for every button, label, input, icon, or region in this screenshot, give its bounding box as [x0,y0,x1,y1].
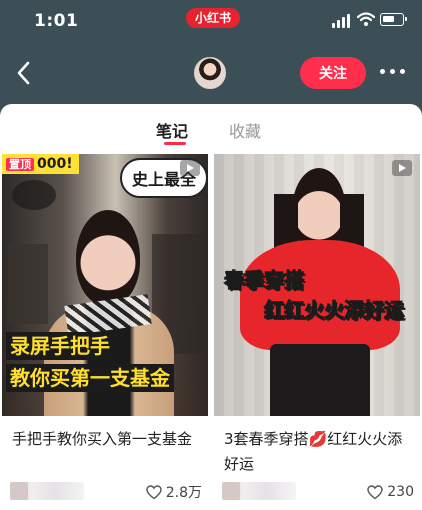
heart-icon [367,484,383,499]
chevron-left-icon[interactable] [14,60,34,86]
more-dots-icon[interactable] [378,69,408,77]
video-play-icon [180,160,200,176]
tab-notes[interactable]: 笔记 [156,118,188,142]
pinned-badge: 置顶 [6,158,34,171]
cover-caption-line: 录屏手把手 [6,332,114,360]
author-info-blurred[interactable] [10,482,84,500]
status-time: 1:01 [34,11,79,31]
active-tab-indicator [164,142,186,145]
avatar[interactable] [194,57,226,89]
content-sheet: 笔记 收藏 置顶 000! 史上最全 录屏手把手 教你买第一支基金 手把手教你买入… [0,104,422,510]
cover-caption-line: 教你买第一支基金 [6,364,174,392]
note-card[interactable]: 春季穿搭 红红火火添好运 3套春季穿搭💋红红火火添好运 230 [214,154,420,510]
like-count: 230 [387,484,414,500]
app-name-pill: 小红书 [186,8,241,28]
note-footer: 230 [222,480,418,504]
profile-header: 关注 [0,42,422,104]
like-count: 2.8万 [165,485,202,501]
cover-top-banner-text: 000! [37,156,73,172]
note-cover-image[interactable]: 置顶 000! 史上最全 录屏手把手 教你买第一支基金 [2,154,208,416]
signal-icon [332,14,352,28]
note-title[interactable]: 3套春季穿搭💋红红火火添好运 [224,427,412,477]
follow-button[interactable]: 关注 [300,57,366,89]
tab-bar: 笔记 收藏 [0,104,422,150]
video-play-icon [392,160,412,176]
note-card[interactable]: 置顶 000! 史上最全 录屏手把手 教你买第一支基金 手把手教你买入第一支基金 … [2,154,208,510]
status-bar: 1:01 小红书 [0,0,422,42]
person-figure [240,240,400,350]
note-footer: 2.8万 [10,480,206,504]
cover-caption-line: 春季穿搭 [224,268,305,293]
cover-caption-line: 红红火火添好运 [264,298,405,323]
cover-top-banner: 置顶 000! [2,154,79,174]
like-button[interactable]: 2.8万 [146,482,202,502]
note-title[interactable]: 手把手教你买入第一支基金 [12,427,200,452]
battery-icon [380,13,407,26]
wifi-icon [357,12,375,26]
author-info-blurred[interactable] [222,482,296,500]
note-cover-image[interactable]: 春季穿搭 红红火火添好运 [214,154,420,416]
heart-icon [146,484,162,499]
tab-favorites[interactable]: 收藏 [229,118,261,142]
like-button[interactable]: 230 [367,482,414,502]
